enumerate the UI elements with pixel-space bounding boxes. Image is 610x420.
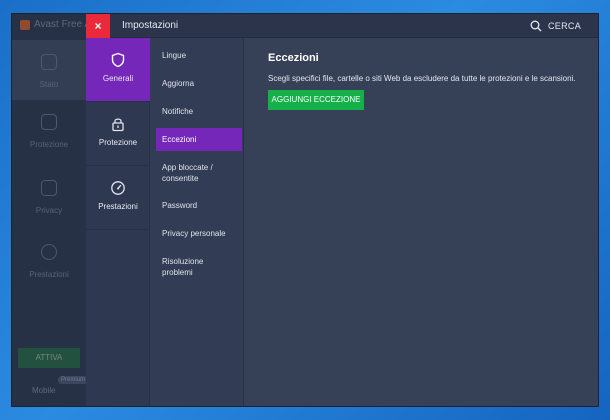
section-heading: Eccezioni (268, 52, 319, 64)
search-button[interactable]: CERCA (548, 21, 581, 31)
content-pane: Eccezioni Scegli specifici file, cartell… (244, 38, 598, 406)
section-description: Scegli specifici file, cartelle o siti W… (268, 74, 576, 83)
category-protezione[interactable]: Protezione (86, 102, 150, 166)
subitem-privacy-personale[interactable]: Privacy personale (156, 228, 242, 239)
subitem-lingue[interactable]: Lingue (156, 50, 242, 61)
bg-nav-protezione: Protezione (12, 114, 86, 149)
avast-window: Avast Free A Stato Protezione Privacy Pr… (12, 14, 598, 406)
background-app-title: Avast Free A (34, 19, 92, 30)
subitem-password[interactable]: Password (156, 200, 242, 211)
category-label: Prestazioni (98, 202, 138, 211)
settings-panel: × Impostazioni CERCA Generali Protezione… (86, 14, 598, 406)
subitem-notifiche[interactable]: Notifiche (156, 106, 242, 117)
bg-nav-label: Protezione (29, 140, 69, 149)
subcategory-list: Lingue Aggiorna Notifiche Eccezioni App … (150, 38, 244, 406)
subitem-aggiorna[interactable]: Aggiorna (156, 78, 242, 89)
gauge-icon (111, 181, 125, 195)
subitem-risoluzione-problemi[interactable]: Risoluzione problemi (156, 256, 242, 278)
bg-nav-stato: Stato (12, 40, 86, 100)
gauge-icon (41, 244, 57, 260)
shield-icon (111, 52, 125, 68)
category-sidebar: Generali Protezione Prestazioni (86, 38, 150, 406)
subitem-app-bloccate[interactable]: App bloccate / consentite (156, 162, 242, 184)
category-label: Protezione (98, 138, 138, 147)
bg-premium-badge: Premium (58, 376, 89, 384)
lock-icon (112, 118, 124, 132)
lock-icon (41, 114, 57, 130)
bg-activate-button: ATTIVA (18, 348, 80, 368)
background-app-sidebar: Avast Free A Stato Protezione Privacy Pr… (12, 14, 91, 406)
close-button[interactable]: × (86, 14, 110, 38)
avast-logo-icon (20, 20, 30, 30)
subitem-eccezioni[interactable]: Eccezioni (156, 128, 242, 151)
bg-mobile-label: Mobile (32, 386, 56, 395)
category-prestazioni[interactable]: Prestazioni (86, 166, 150, 230)
fingerprint-icon (41, 180, 57, 196)
add-exception-button[interactable]: AGGIUNGI ECCEZIONE (268, 90, 364, 110)
settings-titlebar: × Impostazioni CERCA (86, 14, 598, 38)
page-title: Impostazioni (122, 20, 179, 31)
category-generali[interactable]: Generali (86, 38, 150, 102)
bg-nav-prestazioni: Prestazioni (12, 244, 86, 279)
bg-nav-label: Prestazioni (29, 270, 69, 279)
search-icon[interactable] (530, 20, 542, 32)
bg-nav-privacy: Privacy (12, 180, 86, 215)
bg-nav-label: Stato (39, 80, 59, 89)
bg-nav-label: Privacy (35, 206, 63, 215)
shield-check-icon (41, 54, 57, 70)
category-label: Generali (102, 74, 134, 83)
